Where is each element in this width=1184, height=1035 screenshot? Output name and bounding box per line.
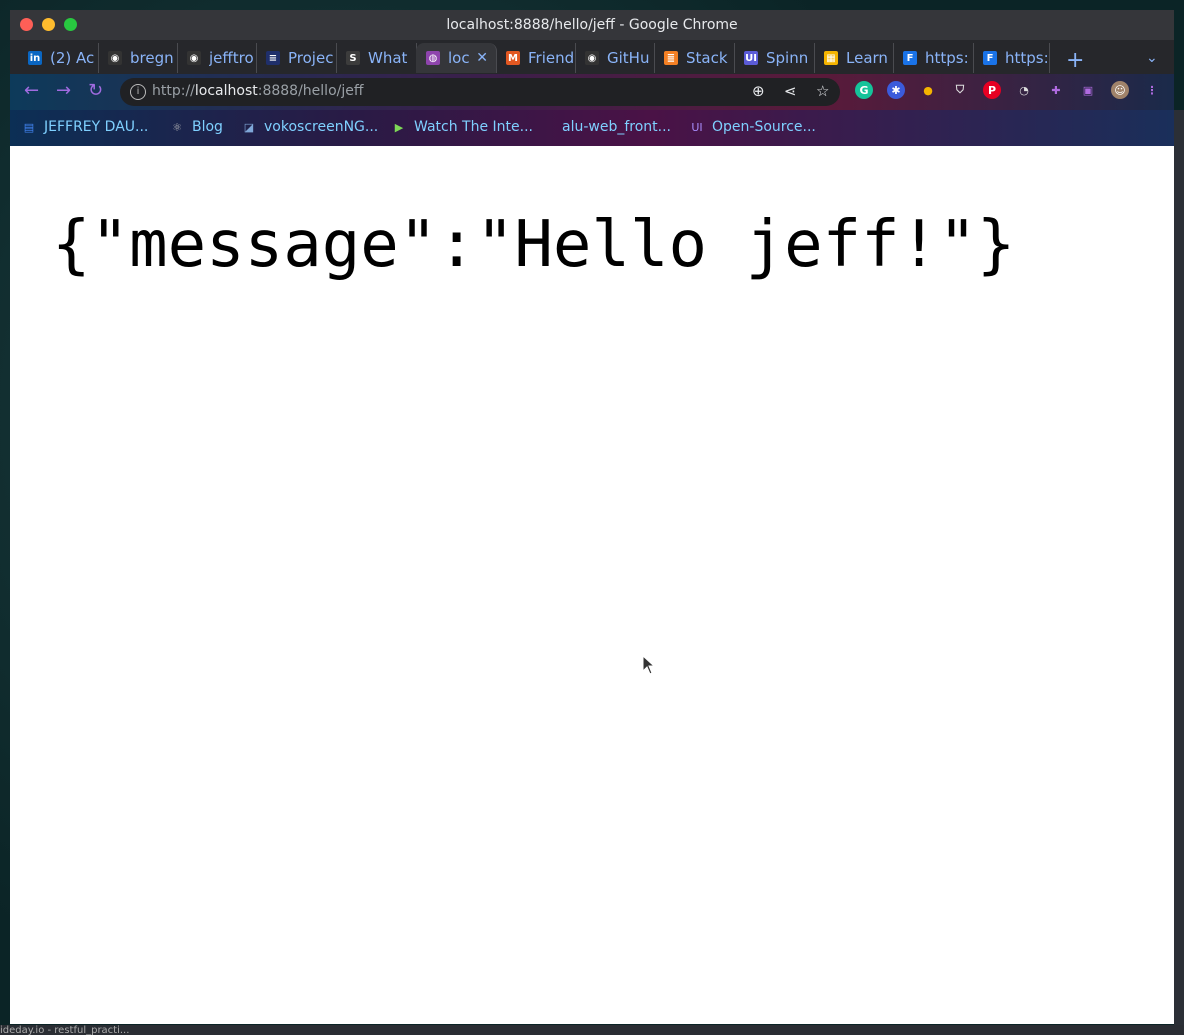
- tab-label: https:: [925, 49, 969, 67]
- grammarly-extension-icon[interactable]: G: [855, 81, 873, 99]
- docs-icon: ▤: [23, 120, 35, 134]
- tab-12[interactable]: Fhttps:: [973, 43, 1050, 73]
- github-icon: ◉: [585, 51, 599, 65]
- tab-8[interactable]: ≣ Stack: [654, 43, 735, 73]
- bookmark-item[interactable]: ⚛ Blog: [170, 119, 223, 135]
- tab-label: Friend: [528, 49, 575, 67]
- new-tab-button[interactable]: +: [1066, 48, 1084, 73]
- tab-label: Stack: [686, 49, 728, 67]
- bookmark-label: Blog: [192, 119, 223, 135]
- github-icon: ◉: [187, 51, 201, 65]
- bookmarks-bar: ▤ JEFFREY DAU... ⚛ Blog ◪ vokoscreenNG... ▶ Wat…: [10, 110, 1174, 146]
- bookmark-label: vokoscreenNG...: [264, 119, 379, 135]
- bookmark-star-icon[interactable]: ☆: [816, 82, 829, 100]
- tab-label: (2) Ac: [50, 49, 95, 67]
- tab-label: jefftro: [209, 49, 254, 67]
- tab-label: bregn: [130, 49, 174, 67]
- blank-icon: [540, 120, 554, 134]
- bookmark-label: JEFFREY DAU...: [44, 119, 149, 135]
- f-icon: F: [983, 51, 997, 65]
- tab-7[interactable]: ◉ GitHu: [575, 43, 655, 73]
- tab-search-icon[interactable]: ⌄: [1146, 50, 1158, 66]
- bookmark-label: Open-Source...: [712, 119, 816, 135]
- extension-badge-icon[interactable]: ✱: [887, 81, 905, 99]
- tab-0[interactable]: in (2) Ac: [18, 43, 99, 73]
- bookmark-item[interactable]: ◪ vokoscreenNG...: [242, 119, 378, 135]
- chrome-menu-icon[interactable]: ⋮: [1143, 81, 1161, 99]
- vokoscreen-icon: ◪: [243, 120, 255, 134]
- tab-label: GitHu: [607, 49, 650, 67]
- tab-4[interactable]: S What: [336, 43, 417, 73]
- learn-icon: ▦: [824, 51, 838, 65]
- back-button[interactable]: ←: [24, 80, 39, 101]
- shield-extension-icon[interactable]: ⛉: [951, 81, 969, 99]
- tab-label: Learn: [846, 49, 888, 67]
- tab-label: Spinn: [766, 49, 809, 67]
- background-status-bar: ideday.io - restful_practi...: [0, 1025, 1184, 1035]
- bookmark-item[interactable]: UI Open-Source...: [690, 119, 816, 135]
- page-content: {"message":"Hello jeff!"}: [10, 146, 1174, 1024]
- extensions-puzzle-icon[interactable]: ✚: [1047, 81, 1065, 99]
- bookmark-item[interactable]: ▤ JEFFREY DAU...: [22, 119, 149, 135]
- pinterest-extension-icon[interactable]: P: [983, 81, 1001, 99]
- browser-window: localhost:8888/hello/jeff - Google Chrom…: [10, 10, 1174, 1024]
- zoom-icon[interactable]: ⊕: [752, 82, 765, 100]
- stackoverflow-icon: ≣: [664, 51, 678, 65]
- url-path: :8888/hello/jeff: [257, 83, 364, 99]
- react-icon: ⚛: [172, 120, 182, 134]
- background-app-strip: [1174, 110, 1184, 1025]
- what-icon: S: [346, 51, 360, 65]
- title-bar: localhost:8888/hello/jeff - Google Chrom…: [10, 10, 1174, 40]
- background-status-text: ideday.io - restful_practi...: [0, 1025, 130, 1035]
- tab-5[interactable]: ◍ loc ✕: [416, 43, 497, 73]
- tab-1[interactable]: ◉ bregn: [98, 43, 178, 73]
- bookmark-item[interactable]: alu-web_front...: [540, 119, 671, 135]
- share-icon[interactable]: ⋖: [784, 82, 797, 100]
- ui-icon: UI: [744, 51, 758, 65]
- mouse-cursor-icon: [642, 655, 654, 675]
- tab-strip: in (2) Ac ◉ bregn ◉ jefftro ≡ Projec S What ◍ loc ✕ M…: [10, 40, 1174, 74]
- tab-label: https:: [1005, 49, 1049, 67]
- bookmark-item[interactable]: ▶ Watch The Inte...: [392, 119, 533, 135]
- friend-icon: M: [506, 51, 520, 65]
- close-tab-icon[interactable]: ✕: [476, 50, 488, 66]
- url-text[interactable]: http://localhost:8888/hello/jeff: [152, 83, 364, 99]
- dots-extension-icon[interactable]: ●: [919, 81, 937, 99]
- tab-label: loc: [448, 49, 470, 67]
- reload-button[interactable]: ↻: [88, 80, 103, 101]
- tab-label: Projec: [288, 49, 334, 67]
- globe-icon: ◍: [426, 51, 440, 65]
- play-icon: ▶: [394, 120, 404, 134]
- clock-extension-icon[interactable]: ◔: [1015, 81, 1033, 99]
- window-title: localhost:8888/hello/jeff - Google Chrom…: [446, 17, 738, 33]
- tab-9[interactable]: UI Spinn: [734, 43, 815, 73]
- tab-2[interactable]: ◉ jefftro: [177, 43, 257, 73]
- project-icon: ≡: [266, 51, 280, 65]
- tab-6[interactable]: M Friend: [496, 43, 576, 73]
- ui-icon: UI: [691, 120, 703, 134]
- tab-label: What: [368, 49, 408, 67]
- json-response-text: {"message":"Hello jeff!"}: [52, 208, 1016, 282]
- profile-avatar[interactable]: ☺: [1111, 81, 1129, 99]
- tab-10[interactable]: ▦ Learn: [814, 43, 894, 73]
- tab-3[interactable]: ≡ Projec: [256, 43, 337, 73]
- url-scheme: http://: [152, 83, 195, 99]
- tab-11[interactable]: Fhttps:: [893, 43, 974, 73]
- bookmark-label: Watch The Inte...: [414, 119, 533, 135]
- address-bar[interactable]: i http://localhost:8888/hello/jeff ⊕ ⋖ ☆: [120, 78, 840, 106]
- side-panel-icon[interactable]: ▣: [1079, 81, 1097, 99]
- site-info-icon[interactable]: i: [130, 84, 146, 100]
- f-icon: F: [903, 51, 917, 65]
- forward-button[interactable]: →: [56, 80, 71, 101]
- url-host: localhost: [194, 83, 258, 99]
- github-icon: ◉: [108, 51, 122, 65]
- bookmark-label: alu-web_front...: [562, 119, 671, 135]
- linkedin-icon: in: [28, 51, 42, 65]
